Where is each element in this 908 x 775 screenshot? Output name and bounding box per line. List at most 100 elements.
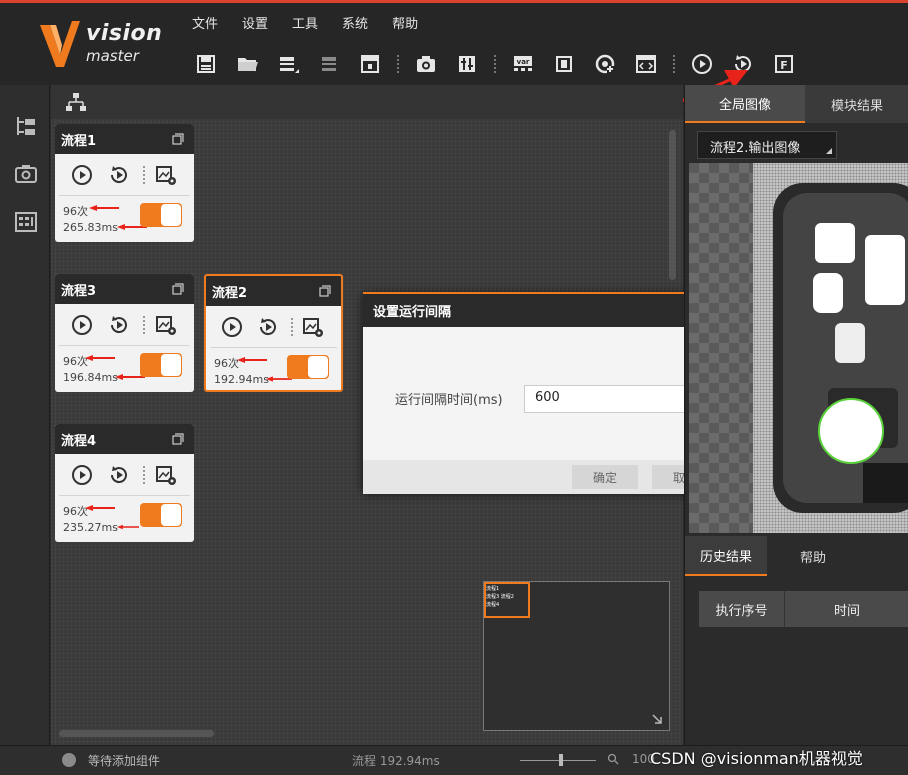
- io-icon[interactable]: [550, 50, 578, 78]
- toggle-knob: [161, 354, 181, 376]
- run-once-icon[interactable]: [69, 162, 94, 188]
- flow-card-header: 流程3: [55, 274, 194, 304]
- flow-card-header: 流程1: [55, 124, 194, 154]
- flow-controls: [59, 154, 190, 196]
- control-separator: [143, 465, 145, 484]
- minimap-label: 流程1: [486, 586, 500, 592]
- app-window: vision master 文件 设置 工具 系统 帮助 var F 流程1 9…: [0, 0, 908, 775]
- flow-card-4[interactable]: 流程4 96次 235.27ms: [55, 424, 194, 542]
- v-logo-icon: [40, 21, 80, 67]
- process-tree-icon[interactable]: [13, 113, 39, 139]
- dropdown-caret-icon: [826, 148, 832, 154]
- restore-icon[interactable]: [172, 433, 184, 445]
- flow-card-1[interactable]: 流程1 96次 265.83ms: [55, 124, 194, 242]
- run-continuous-icon[interactable]: [106, 162, 131, 188]
- toolbar-separator: [494, 55, 496, 73]
- flow-title: 流程4: [61, 433, 97, 449]
- flow-title: 流程3: [61, 283, 97, 299]
- annotation-arrow: [85, 355, 115, 361]
- restore-icon[interactable]: [319, 285, 331, 297]
- run-time: 196.84ms: [63, 371, 118, 384]
- minimap-label: 流程4: [486, 602, 500, 608]
- run-interval-dialog: 设置运行间隔 ✕ 运行间隔时间(ms) 600 确定 取消: [363, 292, 732, 494]
- status-text: 等待添加组件: [88, 754, 161, 768]
- run-count: 96次: [63, 205, 88, 218]
- tab-help[interactable]: 帮助: [767, 536, 859, 576]
- menu-help[interactable]: 帮助: [380, 9, 430, 37]
- status-indicator-icon: [62, 753, 76, 767]
- zoom-slider-handle[interactable]: [559, 754, 563, 766]
- image-settings-icon[interactable]: [153, 312, 178, 338]
- image-viewer[interactable]: [689, 163, 908, 533]
- canvas-minimap[interactable]: 流程1 流程3 流程2 流程4: [483, 581, 670, 731]
- flow-enable-toggle[interactable]: [140, 203, 182, 227]
- menu-tools[interactable]: 工具: [280, 9, 330, 37]
- menu-file[interactable]: 文件: [180, 9, 230, 37]
- tab-module-result[interactable]: 模块结果: [805, 85, 908, 123]
- annotation-arrow: [117, 524, 139, 530]
- restore-icon[interactable]: [172, 283, 184, 295]
- flow-card-2[interactable]: 流程2 96次 192.94ms: [204, 274, 343, 392]
- run-continuous-icon[interactable]: [256, 314, 280, 340]
- toggle-knob: [161, 204, 181, 226]
- header: vision master 文件 设置 工具 系统 帮助 var F: [0, 3, 908, 85]
- formula-icon[interactable]: F: [770, 50, 798, 78]
- run-continuous-icon[interactable]: [106, 312, 131, 338]
- zoom-icon[interactable]: [607, 753, 619, 765]
- flow-time-readout: 流程 192.94ms: [352, 754, 440, 768]
- import-icon[interactable]: [315, 50, 343, 78]
- control-separator: [291, 317, 294, 336]
- flow-title: 流程2: [212, 285, 248, 301]
- image-settings-icon[interactable]: [153, 162, 178, 188]
- menu-system[interactable]: 系统: [330, 9, 380, 37]
- restore-icon[interactable]: [172, 133, 184, 145]
- run-once-icon[interactable]: [220, 314, 244, 340]
- camera-icon[interactable]: [412, 50, 440, 78]
- run-continuous-icon[interactable]: [106, 462, 131, 488]
- flow-enable-toggle[interactable]: [140, 503, 182, 527]
- menu-settings[interactable]: 设置: [230, 9, 280, 37]
- variable-icon-label: var: [517, 58, 530, 66]
- camera-nav-icon[interactable]: [13, 161, 39, 187]
- brand-line-2: master: [86, 47, 139, 65]
- flow-controls: [210, 306, 337, 348]
- image-source-value: 流程2.输出图像: [710, 141, 801, 156]
- open-folder-icon[interactable]: [233, 50, 261, 78]
- canvas-vertical-scrollbar[interactable]: [669, 130, 676, 280]
- zoom-slider-track[interactable]: [520, 760, 596, 761]
- column-header-sequence[interactable]: 执行序号: [699, 591, 785, 627]
- save-icon[interactable]: [192, 50, 220, 78]
- flow-card-header: 流程2: [206, 276, 341, 306]
- flow-card-3[interactable]: 流程3 96次 196.84ms: [55, 274, 194, 392]
- menu-bar: 文件 设置 工具 系统 帮助: [180, 9, 430, 37]
- annotation-arrow: [237, 357, 267, 363]
- lock-icon[interactable]: [356, 50, 384, 78]
- dialog-title: 设置运行间隔: [373, 305, 452, 320]
- calibration-icon[interactable]: [453, 50, 481, 78]
- toggle-knob: [308, 356, 328, 378]
- flow-enable-toggle[interactable]: [287, 355, 329, 379]
- tab-global-image[interactable]: 全局图像: [685, 85, 805, 123]
- image-settings-icon[interactable]: [301, 314, 325, 340]
- control-separator: [143, 165, 145, 184]
- resize-arrow-icon[interactable]: [651, 713, 663, 725]
- controller-nav-icon[interactable]: [13, 209, 39, 235]
- run-once-icon[interactable]: [69, 462, 94, 488]
- camera-image: [753, 163, 908, 533]
- column-header-time[interactable]: 时间: [785, 591, 908, 627]
- flow-tree-icon[interactable]: [65, 91, 87, 113]
- history-table-header: 执行序号 时间: [699, 591, 908, 627]
- image-settings-icon[interactable]: [153, 462, 178, 488]
- image-source-select[interactable]: 流程2.输出图像: [697, 131, 837, 159]
- dialog-header: 设置运行间隔 ✕: [363, 294, 732, 327]
- ok-button[interactable]: 确定: [572, 465, 638, 489]
- save-as-icon[interactable]: [274, 50, 302, 78]
- variable-icon[interactable]: var: [509, 50, 537, 78]
- run-once-icon[interactable]: [69, 312, 94, 338]
- tab-history-results[interactable]: 历史结果: [685, 536, 767, 576]
- canvas-horizontal-scrollbar[interactable]: [59, 730, 214, 737]
- annotation-arrow: [85, 505, 115, 511]
- interval-input[interactable]: 600: [524, 385, 707, 413]
- flow-enable-toggle[interactable]: [140, 353, 182, 377]
- run-time: 235.27ms: [63, 521, 118, 534]
